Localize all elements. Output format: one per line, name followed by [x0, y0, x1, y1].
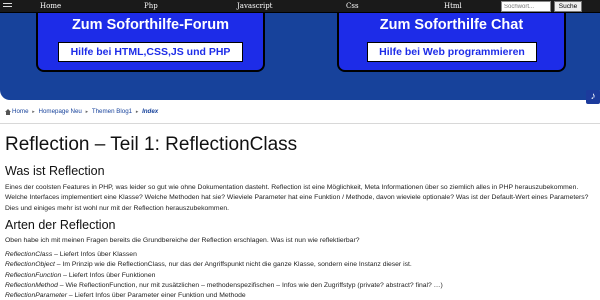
list-item-term: ReflectionMethod [5, 282, 58, 290]
breadcrumb-current: Index [142, 108, 159, 115]
top-nav-bar: Home Php Javascript Css Html Suche [0, 0, 600, 13]
search-button[interactable]: Suche [554, 1, 582, 12]
list-item-term: ReflectionObject [5, 261, 55, 269]
list-item: ReflectionObject – Im Prinzip wie die Re… [5, 260, 600, 270]
list-item-desc: – Wie ReflectionFunction, nur mit zusätz… [57, 282, 443, 290]
section-heading-arten: Arten der Reflection [5, 217, 116, 232]
list-item-term: ReflectionClass [5, 251, 53, 259]
music-note-icon[interactable]: ♪ [586, 90, 600, 104]
nav-home[interactable]: Home [40, 1, 61, 11]
breadcrumb-separator-icon: ▸ [32, 109, 35, 115]
list-item-term: ReflectionFunction [5, 271, 62, 279]
article-content: Reflection – Teil 1: ReflectionClass Was… [5, 128, 600, 300]
nav-css[interactable]: Css [346, 1, 359, 11]
list-item: ReflectionParameter – Liefert Infos über… [5, 291, 600, 300]
nav-html[interactable]: Html [444, 1, 462, 11]
breadcrumb-separator-icon: ▸ [135, 109, 139, 115]
forum-promo-title: Zum Soforthilfe-Forum [71, 17, 230, 33]
list-item: ReflectionClass – Liefert Infos über Kla… [5, 250, 600, 260]
nav-javascript[interactable]: Javascript [237, 1, 273, 11]
breadcrumb-themen-blog1[interactable]: Themen Blog1 [92, 108, 132, 115]
list-item-desc: – Liefert Infos über Funktionen [61, 271, 156, 279]
chat-promo-button[interactable]: Zum Soforthilfe Chat Hilfe bei Web progr… [337, 13, 566, 72]
breadcrumb: Home ▸ Homepage Neu ▸ Themen Blog1 ▸ Ind… [5, 107, 158, 117]
nav-php[interactable]: Php [144, 1, 158, 11]
page-title: Reflection – Teil 1: ReflectionClass [5, 134, 298, 155]
breadcrumb-home[interactable]: Home [12, 108, 29, 115]
breadcrumb-homepage-neu[interactable]: Homepage Neu [39, 108, 82, 115]
section-heading-was-ist: Was ist Reflection [5, 164, 105, 178]
search-input[interactable] [501, 1, 551, 12]
list-item: ReflectionFunction – Liefert Infos über … [5, 271, 600, 281]
list-item-desc: – Im Prinzip wie die ReflectionClass, nu… [54, 261, 412, 269]
header-banner: Zum Soforthilfe-Forum Hilfe bei HTML,CSS… [0, 13, 600, 100]
breadcrumb-divider [0, 123, 600, 124]
list-item-desc: – Liefert Infos über Parameter einer Fun… [66, 292, 246, 300]
forum-promo-button[interactable]: Zum Soforthilfe-Forum Hilfe bei HTML,CSS… [36, 13, 265, 72]
list-item-desc: – Liefert Infos über Klassen [52, 251, 137, 259]
section-text-arten: Oben habe ich mit meinen Fragen bereits … [5, 236, 360, 244]
breadcrumb-separator-icon: ▸ [85, 109, 89, 115]
menu-icon[interactable] [3, 3, 12, 10]
home-icon [5, 109, 11, 115]
chat-promo-title: Zum Soforthilfe Chat [379, 17, 524, 33]
section-text-was-ist: Eines der coolsten Features in PHP, was … [5, 184, 589, 212]
forum-promo-subtitle: Hilfe bei HTML,CSS,JS und PHP [58, 42, 243, 62]
list-item: ReflectionMethod – Wie ReflectionFunctio… [5, 281, 600, 291]
chat-promo-subtitle: Hilfe bei Web programmieren [367, 42, 537, 62]
list-item-term: ReflectionParameter [5, 292, 67, 300]
